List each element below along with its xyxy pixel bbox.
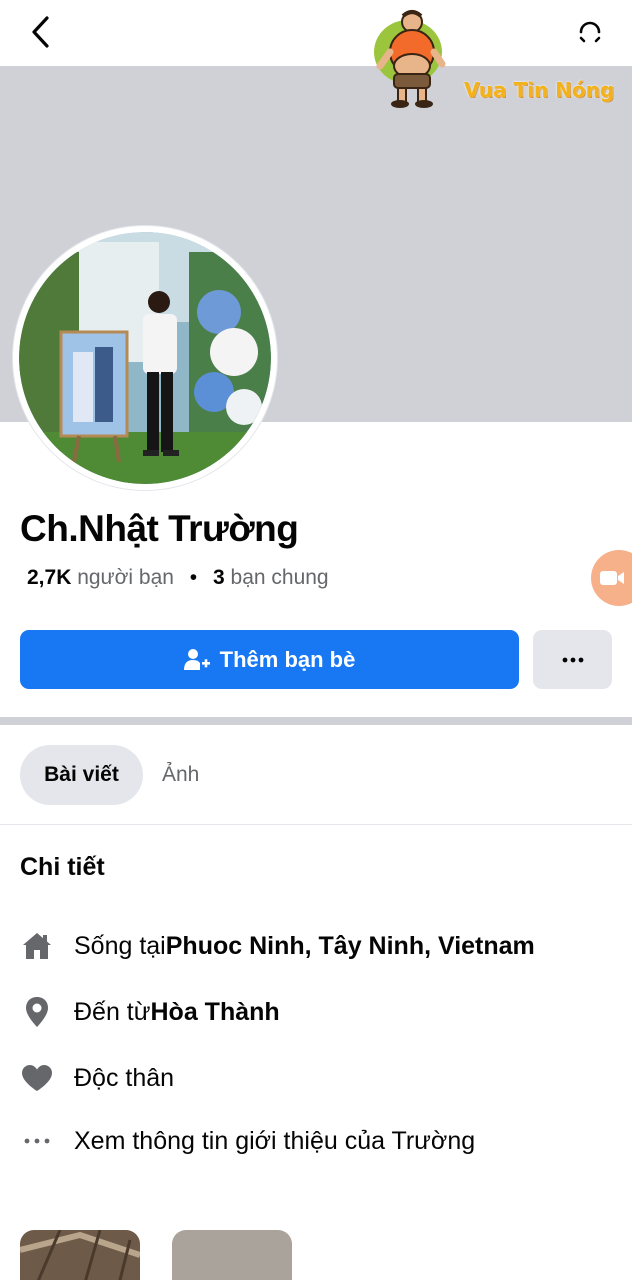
from-prefix: Đến từ — [74, 997, 151, 1026]
photo-thumbnail[interactable] — [20, 1230, 140, 1280]
location-pin-icon — [20, 995, 54, 1029]
photo-thumbnail-image — [20, 1230, 140, 1280]
profile-name: Ch.Nhật Trường — [20, 508, 299, 549]
friends-count: 2,7K — [27, 566, 72, 589]
detail-from: Đến từ Hòa Thành — [20, 992, 280, 1032]
add-person-icon — [183, 648, 210, 672]
cartoon-mascot-icon — [374, 10, 446, 108]
home-icon — [20, 929, 54, 963]
section-divider — [0, 717, 632, 725]
video-camera-icon — [600, 571, 624, 585]
profile-avatar[interactable] — [13, 226, 277, 490]
lives-in-value: Phuoc Ninh, Tây Ninh, Vietnam — [165, 931, 535, 960]
friends-summary[interactable]: 2,7K người bạn • 3 bạn chung — [27, 566, 329, 590]
mutual-count: 3 — [212, 566, 225, 589]
relationship-status: Độc thân — [74, 1063, 175, 1092]
tabs-divider — [0, 824, 632, 825]
detail-relationship: Độc thân — [20, 1058, 174, 1098]
photo-thumbnail[interactable] — [172, 1230, 292, 1280]
add-friend-button[interactable]: Thêm bạn bè — [20, 630, 519, 689]
from-value: Hòa Thành — [150, 997, 280, 1026]
watermark: Vua Tin Nóng — [372, 8, 622, 112]
tab-photos[interactable]: Ảnh — [162, 745, 199, 805]
more-horizontal-icon — [562, 657, 583, 662]
back-button[interactable] — [22, 12, 58, 52]
heart-icon — [20, 1061, 54, 1095]
tab-posts[interactable]: Bài viết — [20, 745, 143, 805]
details-title: Chi tiết — [20, 853, 105, 881]
add-friend-label: Thêm bạn bè — [219, 646, 356, 672]
separator: • — [189, 566, 198, 589]
lives-in-prefix: Sống tại — [74, 931, 166, 960]
watermark-text: Vua Tin Nóng — [464, 78, 615, 102]
avatar-photo — [19, 232, 271, 484]
friends-label: người bạn — [77, 566, 174, 589]
chevron-left-icon — [32, 16, 49, 48]
more-dots-icon — [20, 1124, 54, 1158]
see-about-info-link[interactable]: Xem thông tin giới thiệu của Trường — [20, 1121, 475, 1161]
video-call-button[interactable] — [591, 550, 632, 606]
mutual-label: bạn chung — [230, 566, 329, 589]
detail-lives-in: Sống tại Phuoc Ninh, Tây Ninh, Vietnam — [20, 926, 535, 966]
see-about-info-label: Xem thông tin giới thiệu của Trường — [74, 1126, 476, 1155]
more-options-button[interactable] — [533, 630, 612, 689]
